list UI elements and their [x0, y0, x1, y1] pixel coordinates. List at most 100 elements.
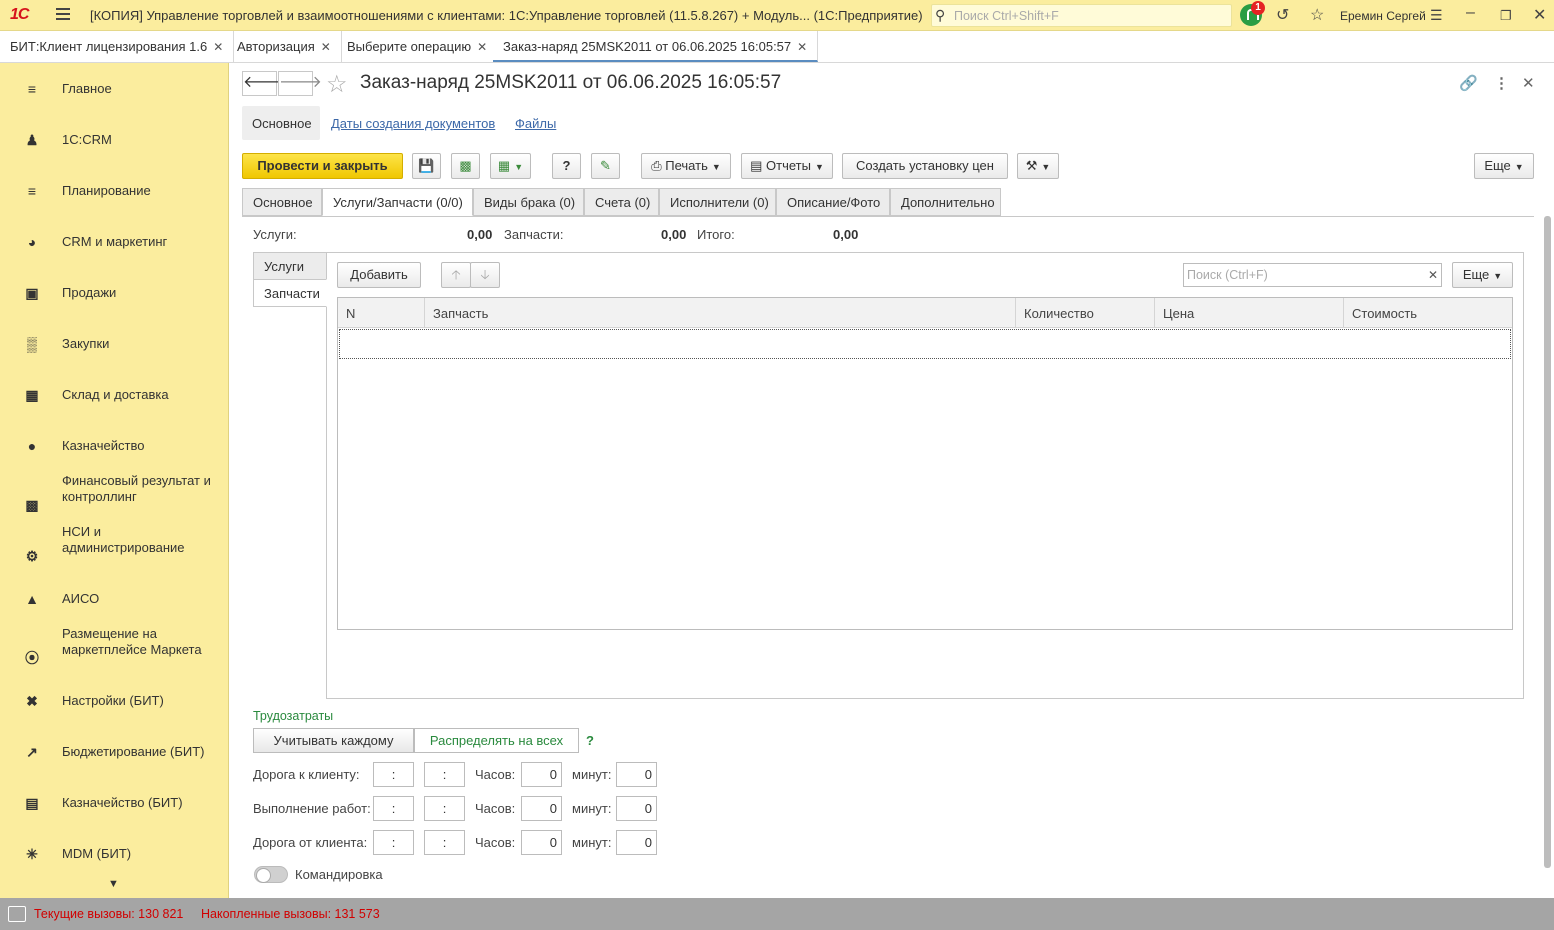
- start-time-input[interactable]: :: [373, 830, 414, 855]
- main-menu-icon[interactable]: [56, 8, 70, 23]
- more-vertical-icon[interactable]: ⋮: [1494, 74, 1509, 92]
- post-document-icon: ▩: [459, 158, 472, 173]
- hours-input[interactable]: 0: [521, 762, 562, 787]
- open-tab-label: БИТ:Клиент лицензирования 1.6: [10, 39, 208, 54]
- menu-icon: ≡: [27, 81, 37, 97]
- option-all-button[interactable]: Распределять на всех: [414, 728, 579, 753]
- more-button[interactable]: Еще ▼: [1474, 153, 1534, 179]
- favorite-star-icon[interactable]: ☆: [326, 70, 348, 99]
- vtab-services[interactable]: Услуги: [253, 252, 327, 280]
- tools-icon: ✖: [26, 693, 38, 709]
- reports-button[interactable]: ▤ Отчеты ▼: [741, 153, 833, 179]
- sidebar-item-label: 1С:CRM: [62, 132, 112, 147]
- user-name[interactable]: Еремин Сергей: [1340, 9, 1426, 23]
- labor-help-link[interactable]: ?: [586, 733, 594, 748]
- end-time-input[interactable]: :: [424, 762, 465, 787]
- table-search-input[interactable]: Поиск (Ctrl+F) ✕: [1183, 263, 1442, 287]
- grand-total-label: Итого:: [697, 227, 735, 242]
- minutes-input[interactable]: 0: [616, 830, 657, 855]
- grand-total-value: 0,00: [833, 227, 859, 242]
- col-header-quantity[interactable]: Количество: [1016, 298, 1155, 328]
- history-icon[interactable]: ↺: [1276, 5, 1289, 25]
- col-header-n[interactable]: N: [338, 298, 425, 328]
- close-tab-icon[interactable]: ✕: [797, 40, 807, 54]
- save-button[interactable]: 💾: [412, 153, 441, 179]
- gear-icon: ⚙: [25, 548, 39, 564]
- move-down-button[interactable]: 🡣: [470, 262, 500, 288]
- tab-defects[interactable]: Виды брака (0): [473, 188, 584, 216]
- settings-menu-icon[interactable]: ☰: [1430, 7, 1443, 24]
- post-button[interactable]: ▩: [451, 153, 480, 179]
- minutes-input[interactable]: 0: [616, 762, 657, 787]
- create-based-on-button[interactable]: ▦ ▼: [490, 153, 531, 179]
- vtab-parts[interactable]: Запчасти: [253, 279, 327, 307]
- minutes-input[interactable]: 0: [616, 796, 657, 821]
- sidebar-item-label: Главное: [62, 81, 112, 96]
- arrow-down-icon: 🡣: [480, 267, 490, 282]
- tab-services-parts[interactable]: Услуги/Запчасти (0/0): [322, 188, 473, 216]
- favorites-star-icon[interactable]: ☆: [1310, 5, 1324, 25]
- tab-description-photo[interactable]: Описание/Фото: [776, 188, 890, 216]
- parts-table[interactable]: N Запчасть Количество Цена Стоимость: [337, 297, 1513, 630]
- open-tab-order[interactable]: Заказ-наряд 25MSK2011 от 06.06.2025 16:0…: [493, 31, 819, 62]
- subnav-main[interactable]: Основное: [242, 106, 320, 140]
- col-header-cost[interactable]: Стоимость: [1344, 298, 1512, 328]
- tab-additional[interactable]: Дополнительно: [890, 188, 1001, 216]
- move-up-button[interactable]: 🡡: [441, 262, 471, 288]
- close-form-icon[interactable]: ✕: [1522, 74, 1535, 92]
- close-window-icon[interactable]: ✕: [1533, 5, 1546, 25]
- subnav-files-link[interactable]: Файлы: [515, 116, 556, 150]
- create-price-setting-button[interactable]: Создать установку цен: [842, 153, 1008, 179]
- close-tab-icon[interactable]: ✕: [477, 40, 487, 54]
- tools-menu-button[interactable]: ⚒ ▼: [1017, 153, 1059, 179]
- warehouse-icon: ▦: [25, 387, 39, 403]
- open-tab-operation[interactable]: Выберите операцию ✕: [337, 31, 499, 62]
- table-more-button[interactable]: Еще ▼: [1452, 262, 1513, 288]
- end-time-input[interactable]: :: [424, 796, 465, 821]
- col-header-part[interactable]: Запчасть: [425, 298, 1016, 328]
- hours-label: Часов:: [475, 767, 516, 782]
- pie-icon: ◕: [27, 234, 37, 250]
- help-button[interactable]: ?: [552, 153, 581, 179]
- col-header-price[interactable]: Цена: [1155, 298, 1344, 328]
- back-button[interactable]: 🡐: [242, 71, 286, 96]
- notification-badge: 1: [1251, 1, 1265, 15]
- option-each-button[interactable]: Учитывать каждому: [253, 728, 414, 753]
- close-tab-icon[interactable]: ✕: [321, 40, 331, 54]
- open-tab-auth[interactable]: Авторизация ✕: [227, 31, 342, 62]
- tab-performers[interactable]: Исполнители (0): [659, 188, 776, 216]
- tab-main[interactable]: Основное: [242, 188, 322, 216]
- restore-icon[interactable]: ❐: [1500, 8, 1512, 24]
- global-search-input[interactable]: ⚲ Поиск Ctrl+Shift+F: [931, 4, 1232, 27]
- mdm-icon: ✳: [26, 846, 38, 862]
- sidebar-scroll-down-icon[interactable]: ▼: [108, 878, 119, 890]
- close-tab-icon[interactable]: ✕: [213, 40, 223, 54]
- monitor-icon[interactable]: [8, 906, 26, 922]
- scrollbar-thumb[interactable]: [1544, 216, 1551, 868]
- clear-search-icon[interactable]: ✕: [1428, 268, 1438, 282]
- sidebar-item-label: НСИ и администрирование: [62, 524, 185, 555]
- print-button[interactable]: ⎙ Печать ▼: [641, 153, 731, 179]
- tab-invoices[interactable]: Счета (0): [584, 188, 659, 216]
- form-scrollbar[interactable]: [1542, 208, 1552, 883]
- forward-button[interactable]: 🡒: [278, 71, 322, 96]
- link-icon[interactable]: 🔗: [1459, 74, 1478, 92]
- print-label: Печать: [665, 158, 708, 173]
- post-and-close-button[interactable]: Провести и закрыть: [242, 153, 403, 179]
- chevron-down-icon: ▼: [1041, 162, 1051, 172]
- sections-sidebar: ≡ Главное ♟ 1С:CRM ≡ Планирование ◕ CRM и ма…: [0, 63, 229, 898]
- end-time-input[interactable]: :: [424, 830, 465, 855]
- open-windows-tabs: БИТ:Клиент лицензирования 1.6 ✕ Авторизац…: [0, 31, 1554, 63]
- add-part-button[interactable]: Добавить: [337, 262, 421, 288]
- table-empty-row[interactable]: [339, 329, 1511, 359]
- subnav-dates-link[interactable]: Даты создания документов: [331, 116, 495, 150]
- start-time-input[interactable]: :: [373, 762, 414, 787]
- hours-input[interactable]: 0: [521, 796, 562, 821]
- business-trip-toggle[interactable]: [254, 866, 288, 883]
- chevron-down-icon: ▼: [711, 162, 721, 172]
- start-time-input[interactable]: :: [373, 796, 414, 821]
- hours-input[interactable]: 0: [521, 830, 562, 855]
- open-tab-licensing[interactable]: БИТ:Клиент лицензирования 1.6 ✕: [0, 31, 235, 62]
- edit-button[interactable]: ✎: [591, 153, 620, 179]
- minimize-icon[interactable]: –: [1466, 4, 1475, 22]
